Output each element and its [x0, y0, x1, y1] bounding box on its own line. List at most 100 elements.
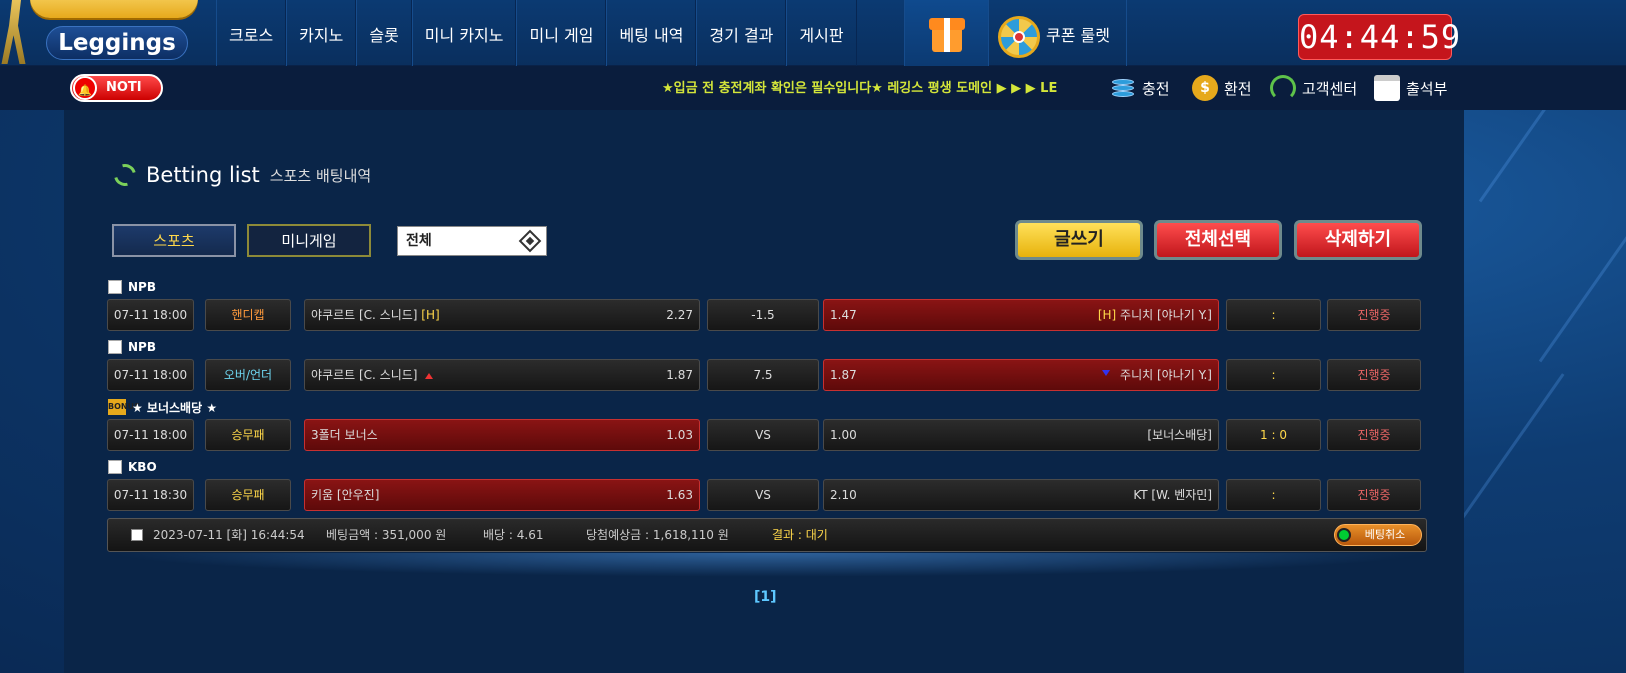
tab-sports[interactable]: 스포츠 — [112, 224, 236, 257]
bet-date: 07-11 18:00 — [107, 359, 194, 391]
bet-datetime: 2023-07-11 [화] 16:44:54 — [153, 528, 305, 542]
japan-flag-icon — [108, 340, 122, 354]
league-header: BONUS ★ 보너스배당 ★ — [108, 398, 217, 416]
expected-payout: 당첨예상금 : 1,618,110 원 — [586, 528, 729, 542]
home-odds: 1.87 — [666, 368, 693, 382]
away-odds: 2.10 — [830, 488, 857, 502]
page-title-sub: 스포츠 배팅내역 — [269, 166, 372, 185]
bet-line: 7.5 — [707, 359, 819, 391]
away-odds: 1.47 — [830, 308, 857, 322]
write-button[interactable]: 글쓰기 — [1015, 220, 1143, 260]
quick-support[interactable]: 고객센터 — [1270, 66, 1357, 110]
cancel-bet-button[interactable]: 베팅취소 — [1334, 524, 1422, 546]
exchange-icon: $ — [1192, 75, 1218, 101]
nav-item-mini-game[interactable]: 미니 게임 — [516, 0, 607, 66]
bet-status: 진행중 — [1327, 299, 1421, 331]
page-title-main: Betting list — [146, 163, 260, 187]
league-name: KBO — [128, 460, 157, 474]
page-title: Betting list 스포츠 배팅내역 — [109, 159, 372, 191]
bet-type: 핸디캡 — [205, 299, 291, 331]
away-team-name: [보너스배당] — [1147, 428, 1212, 442]
pagination-page-1[interactable]: [1] — [754, 589, 777, 605]
main-nav: 크로스 카지노 슬롯 미니 카지노 미니 게임 베팅 내역 경기 결과 게시판 — [216, 0, 857, 66]
home-team-name: 야쿠르트 [C. 스니드] — [311, 368, 418, 382]
bet-away-team: 1.87 주니치 [야나기 Y.] — [823, 359, 1219, 391]
filter-select[interactable]: 전체 — [397, 226, 547, 256]
league-name: NPB — [128, 340, 156, 354]
bet-status: 진행중 — [1327, 359, 1421, 391]
quick-support-label: 고객센터 — [1302, 79, 1358, 98]
select-all-button[interactable]: 전체선택 — [1154, 220, 1282, 260]
nav-item-slot[interactable]: 슬롯 — [356, 0, 412, 66]
notice-label: NOTI — [106, 80, 142, 95]
bet-away-team: 2.10 KT [W. 벤자민] — [823, 479, 1219, 511]
bet-home-team: 키움 [안우진] 1.63 — [304, 479, 700, 511]
site-logo[interactable]: Leggings — [0, 0, 210, 66]
home-team-name: 3폴더 보너스 — [311, 428, 378, 442]
headset-icon — [1270, 75, 1296, 101]
bet-home-team: 3폴더 보너스 1.03 — [304, 419, 700, 451]
bet-home-team: 야쿠르트 [C. 스니드] [H] 2.27 — [304, 299, 700, 331]
home-odds: 2.27 — [666, 308, 693, 322]
quick-attendance[interactable]: 출석부 — [1374, 66, 1447, 110]
home-team-name: 야쿠르트 [C. 스니드] — [311, 308, 418, 322]
bet-away-team: 1.00 [보너스배당] — [823, 419, 1219, 451]
away-team-name: KT [W. 벤자민] — [1133, 488, 1212, 502]
home-handicap-tag: [H] — [421, 308, 440, 322]
refresh-icon — [109, 159, 141, 191]
nav-item-cross[interactable]: 크로스 — [216, 0, 287, 66]
bet-status: 진행중 — [1327, 479, 1421, 511]
bet-line: VS — [707, 419, 819, 451]
bet-total-odds: 배당 : 4.61 — [483, 528, 544, 542]
bet-status: 진행중 — [1327, 419, 1421, 451]
korea-flag-icon — [108, 460, 122, 474]
away-odds: 1.87 — [830, 368, 857, 382]
bet-date: 07-11 18:30 — [107, 479, 194, 511]
nav-item-casino[interactable]: 카지노 — [286, 0, 357, 66]
bet-type: 오버/언더 — [205, 359, 291, 391]
away-odds: 1.00 — [830, 428, 857, 442]
nav-item-game-results[interactable]: 경기 결과 — [696, 0, 787, 66]
nav-item-board[interactable]: 게시판 — [786, 0, 857, 66]
quick-withdraw[interactable]: $ 환전 — [1192, 66, 1252, 110]
notice-marquee: ★입금 전 충전계좌 확인은 필수입니다★ 레깅스 평생 도메인 ▶ ▶ ▶ L… — [662, 81, 1058, 96]
quick-deposit[interactable]: 충전 — [1110, 66, 1170, 110]
bet-score: : — [1226, 479, 1321, 511]
tab-mini-game[interactable]: 미니게임 — [247, 224, 371, 257]
under-arrow-icon — [1102, 370, 1111, 376]
delete-button[interactable]: 삭제하기 — [1294, 220, 1422, 260]
bet-home-team: 야쿠르트 [C. 스니드] 1.87 — [304, 359, 700, 391]
gift-icon — [929, 18, 965, 52]
gift-button[interactable] — [904, 0, 988, 66]
bell-icon — [73, 76, 97, 103]
bet-type: 승무패 — [205, 419, 291, 451]
league-name: NPB — [128, 280, 156, 294]
coins-icon — [1110, 75, 1136, 101]
roulette-icon[interactable] — [998, 16, 1040, 58]
home-odds: 1.63 — [666, 488, 693, 502]
nav-item-betting-history[interactable]: 베팅 내역 — [606, 0, 697, 66]
bet-date: 07-11 18:00 — [107, 419, 194, 451]
notice-button[interactable]: NOTI — [70, 74, 163, 103]
bet-summary-row: 2023-07-11 [화] 16:44:54 베팅금액 : 351,000 원… — [107, 518, 1427, 552]
status-dot-icon — [1337, 528, 1351, 542]
bet-score: 1 : 0 — [1226, 419, 1321, 451]
nav-item-mini-casino[interactable]: 미니 카지노 — [411, 0, 517, 66]
bet-line: -1.5 — [707, 299, 819, 331]
away-team-name: 주니치 [야나기 Y.] — [1120, 308, 1212, 322]
clock-display: 04:44:59 — [1298, 14, 1460, 60]
bet-line: VS — [707, 479, 819, 511]
league-header: NPB — [108, 338, 156, 356]
bet-away-team: 1.47 [H] 주니치 [야나기 Y.] — [823, 299, 1219, 331]
bet-amount: 베팅금액 : 351,000 원 — [326, 528, 447, 542]
bet-type: 승무패 — [205, 479, 291, 511]
quick-deposit-label: 충전 — [1142, 79, 1170, 98]
select-arrow-icon — [518, 229, 542, 253]
coupon-roulette-link[interactable]: 쿠폰 룰렛 — [1046, 0, 1110, 66]
select-checkbox[interactable] — [131, 529, 143, 541]
league-name: ★ 보너스배당 ★ — [132, 400, 218, 415]
away-handicap-tag: [H] — [1097, 308, 1117, 322]
top-navigation-bar: Leggings 크로스 카지노 슬롯 미니 카지노 미니 게임 베팅 내역 경… — [0, 0, 1626, 66]
logo-text: Leggings — [46, 26, 188, 60]
notice-bar: NOTI ★입금 전 충전계좌 확인은 필수입니다★ 레깅스 평생 도메인 ▶ … — [0, 66, 1626, 110]
